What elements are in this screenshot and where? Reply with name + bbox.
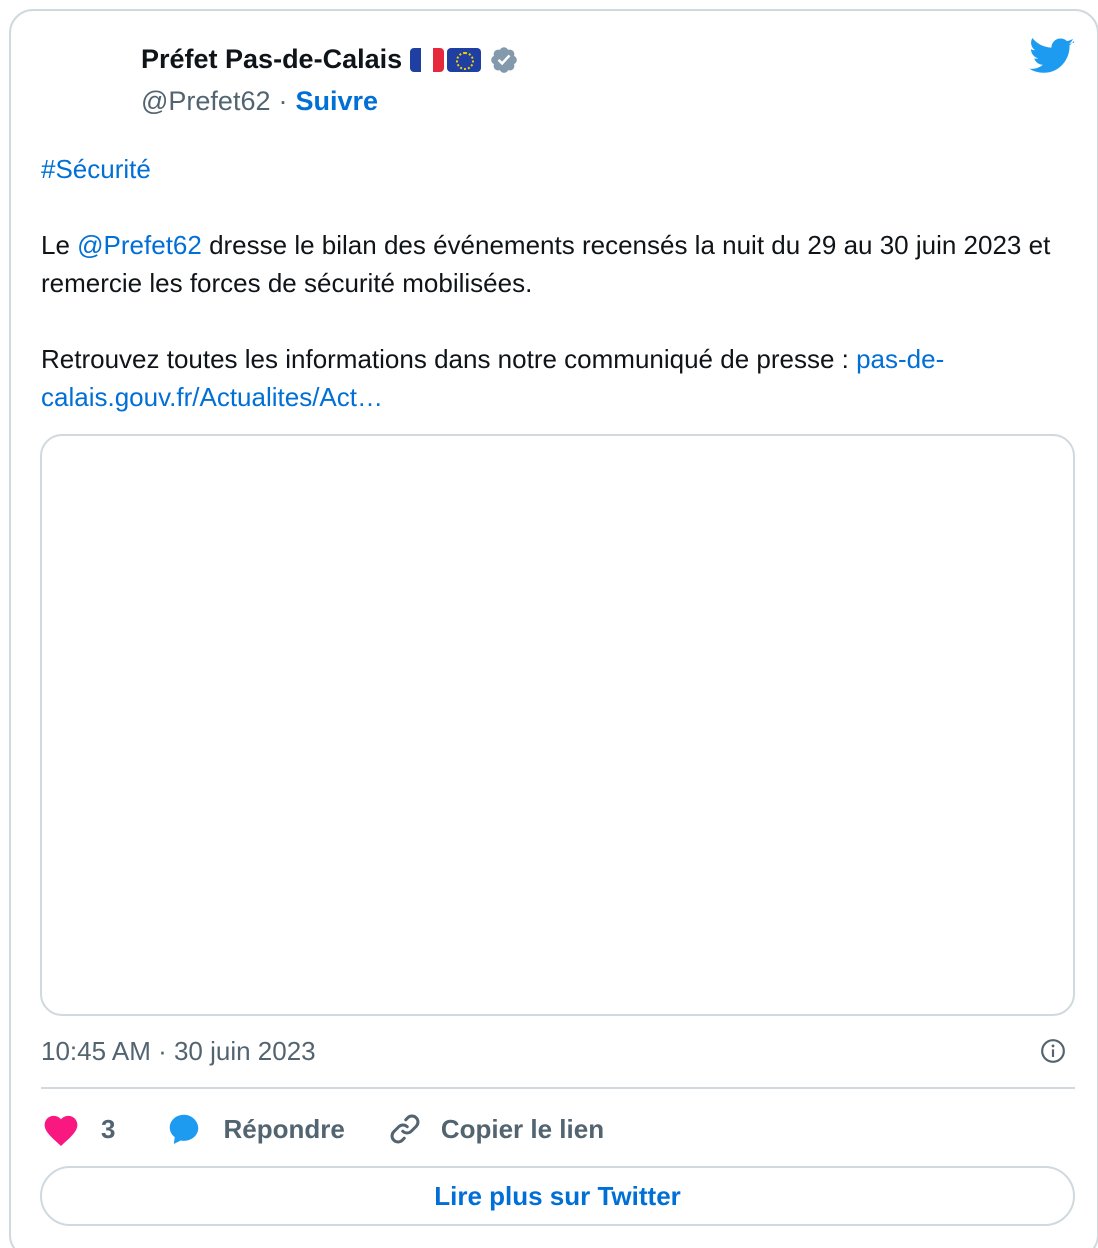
flag-france-icon bbox=[410, 47, 445, 72]
verified-badge-icon bbox=[491, 46, 517, 73]
handle-row: @Prefet62 · Suivre bbox=[141, 86, 378, 117]
divider bbox=[41, 1087, 1075, 1089]
heart-icon bbox=[44, 1115, 78, 1147]
separator-dot: · bbox=[278, 86, 288, 116]
follow-button[interactable]: Suivre bbox=[295, 86, 378, 117]
action-bar: 3 Répondre Copier le lien bbox=[41, 1106, 604, 1152]
hashtag-link[interactable]: #Sécurité bbox=[41, 154, 151, 184]
read-more-label: Lire plus sur Twitter bbox=[434, 1180, 681, 1211]
author-handle[interactable]: @Prefet62 bbox=[141, 86, 270, 117]
tweet-text-part: Retrouvez toutes les informations dans n… bbox=[41, 344, 857, 374]
reply-button[interactable]: Répondre bbox=[165, 1111, 345, 1147]
link-icon bbox=[390, 1114, 420, 1144]
tweet-body: #Sécurité Le @Prefet62 dresse le bilan d… bbox=[41, 150, 1071, 416]
media-card[interactable] bbox=[40, 434, 1075, 1016]
mention-link[interactable]: @Prefet62 bbox=[77, 230, 202, 260]
tweet-timestamp[interactable]: 10:45 AM · 30 juin 2023 bbox=[41, 1036, 316, 1067]
info-icon[interactable] bbox=[1040, 1038, 1066, 1064]
copy-link-button[interactable]: Copier le lien bbox=[387, 1111, 604, 1147]
tweet-text-part: Le bbox=[41, 230, 78, 260]
read-more-button[interactable]: Lire plus sur Twitter bbox=[40, 1166, 1075, 1226]
author-name-row[interactable]: Préfet Pas-de-Calais bbox=[141, 44, 519, 75]
reply-label: Répondre bbox=[223, 1113, 345, 1144]
flag-eu-icon bbox=[447, 47, 482, 72]
like-button[interactable]: 3 bbox=[41, 1111, 115, 1147]
author-name[interactable]: Préfet Pas-de-Calais bbox=[141, 44, 402, 75]
copy-link-label: Copier le lien bbox=[440, 1113, 605, 1144]
like-count: 3 bbox=[101, 1113, 116, 1144]
speech-bubble-icon bbox=[170, 1114, 199, 1144]
twitter-bird-icon[interactable] bbox=[1029, 38, 1075, 76]
